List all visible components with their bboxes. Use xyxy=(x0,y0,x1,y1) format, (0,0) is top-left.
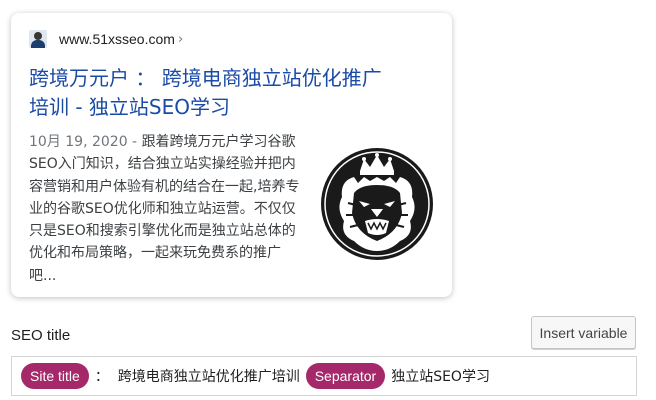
site-url[interactable]: www.51xsseo.com xyxy=(59,31,175,47)
seo-title-label: SEO title xyxy=(11,327,71,344)
result-date: 10月 19, 2020 xyxy=(29,134,128,150)
date-separator: - xyxy=(127,134,142,150)
title-text-segment-1: ： 跨境电商独立站优化推广培训 xyxy=(94,369,300,385)
favicon-head xyxy=(34,32,42,40)
site-title-variable-pill[interactable]: Site title xyxy=(21,363,89,389)
insert-variable-button[interactable]: Insert variable xyxy=(531,316,636,349)
result-title-line-2: 培训 - 独立站SEO学习 xyxy=(29,95,231,119)
separator-variable-pill[interactable]: Separator xyxy=(305,363,386,389)
crowned-lion-logo-icon xyxy=(321,148,433,260)
result-description: 10月 19, 2020 - 跟着跨境万元户学习谷歌SEO入门知识，结合独立站实… xyxy=(29,131,301,287)
chevron-right-icon: › xyxy=(177,31,184,47)
site-favicon-person-icon xyxy=(29,30,47,48)
result-title-line-1: 跨境万元户 ： 跨境电商独立站优化推广 xyxy=(29,66,382,90)
search-result-preview: www.51xsseo.com › 跨境万元户 ： 跨境电商独立站优化推广 培训… xyxy=(11,13,452,297)
result-title-link[interactable]: 跨境万元户 ： 跨境电商独立站优化推广 培训 - 独立站SEO学习 xyxy=(29,64,439,122)
site-row: www.51xsseo.com › xyxy=(29,30,183,48)
seo-title-input[interactable]: Site title ： 跨境电商独立站优化推广培训 Separator 独立站… xyxy=(11,356,637,396)
seo-snippet-editor: www.51xsseo.com › 跨境万元户 ： 跨境电商独立站优化推广 培训… xyxy=(0,0,656,400)
title-text-segment-2: 独立站SEO学习 xyxy=(391,369,490,385)
favicon-body xyxy=(31,40,45,48)
description-text: 跟着跨境万元户学习谷歌SEO入门知识，结合独立站实操经验并把内容营销和用户体验有… xyxy=(29,134,300,284)
